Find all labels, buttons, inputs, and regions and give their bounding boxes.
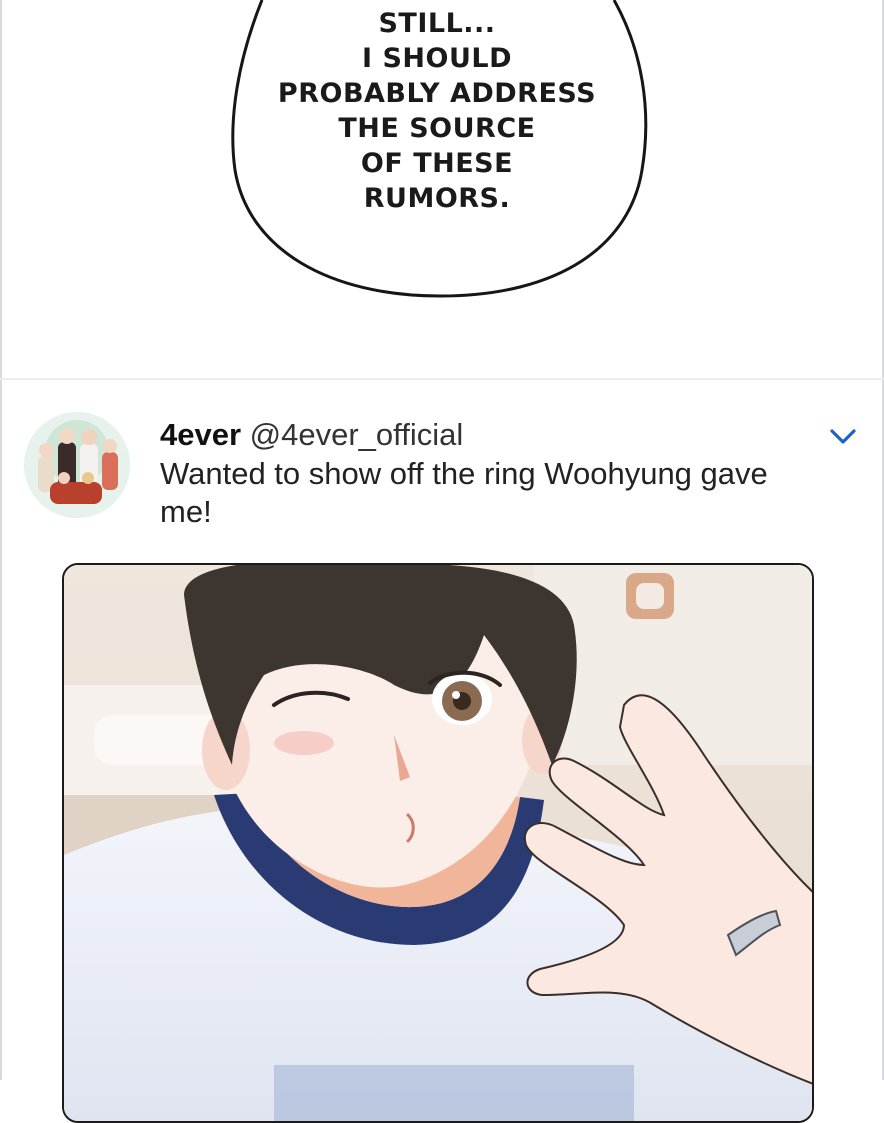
speech-line: PROBABLY ADDRESS: [277, 78, 597, 109]
speech-line: I SHOULD: [362, 43, 512, 74]
tweet-header: 4ever @4ever_official: [160, 417, 463, 453]
user-handle[interactable]: @4ever_official: [250, 417, 464, 452]
panel-divider: [0, 378, 884, 380]
chevron-down-icon[interactable]: [826, 422, 860, 450]
speech-line: RUMORS.: [363, 183, 511, 214]
speech-line: STILL...: [378, 8, 496, 39]
tweet-text: Wanted to show off the ring Woohyung gav…: [160, 456, 768, 529]
speech-bubble-panel: STILL... I SHOULD PROBABLY ADDRESS THE S…: [0, 0, 884, 378]
speech-bubble-text: STILL... I SHOULD PROBABLY ADDRESS THE S…: [262, 6, 612, 216]
speech-line: THE SOURCE: [338, 113, 536, 144]
selfie-illustration: [64, 565, 812, 1121]
display-name[interactable]: 4ever: [160, 417, 241, 452]
speech-line: OF THESE: [360, 148, 514, 179]
group-avatar-icon[interactable]: [24, 412, 130, 518]
tweet-image[interactable]: [62, 563, 814, 1123]
